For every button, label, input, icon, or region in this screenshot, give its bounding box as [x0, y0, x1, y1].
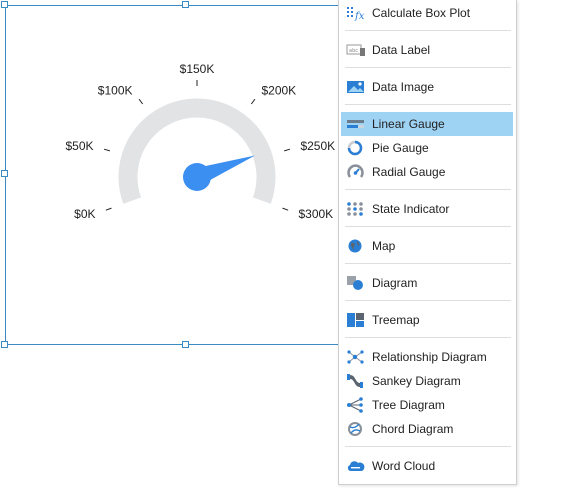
menu-separator — [345, 337, 511, 338]
menu-item-state-indicator[interactable]: State Indicator — [341, 197, 513, 221]
menu-item-tree-diagram[interactable]: Tree Diagram — [341, 393, 513, 417]
menu-item-label: Relationship Diagram — [372, 350, 487, 364]
menu-item-label: Data Image — [372, 80, 435, 94]
menu-item-label: State Indicator — [372, 202, 450, 216]
gauge-tick-mark — [103, 148, 110, 152]
menu-item-map[interactable]: Map — [341, 234, 513, 258]
menu-item-label: Map — [372, 239, 396, 253]
resize-handle-bottom-left[interactable] — [1, 341, 8, 348]
menu-item-pie-gauge[interactable]: Pie Gauge — [341, 136, 513, 160]
menu-item-label: Diagram — [372, 276, 418, 290]
menu-item-label: Linear Gauge — [372, 117, 445, 131]
menu-item-sankey-diagram[interactable]: Sankey Diagram — [341, 369, 513, 393]
resize-handle-bottom-center[interactable] — [182, 341, 189, 348]
menu-item-calculate-box-plot[interactable]: fx Calculate Box Plot — [341, 1, 513, 25]
menu-separator — [345, 104, 511, 105]
resize-handle-top-left[interactable] — [1, 1, 8, 8]
menu-item-label: Tree Diagram — [372, 398, 445, 412]
gauge-tick-mark — [250, 98, 256, 105]
menu-item-radial-gauge[interactable]: Radial Gauge — [341, 160, 513, 184]
data-image-icon — [346, 78, 366, 96]
gauge-tick-label: $200K — [261, 83, 296, 97]
menu-item-label: Data Label — [372, 43, 431, 57]
menu-item-diagram[interactable]: Diagram — [341, 271, 513, 295]
sankey-diagram-icon — [346, 372, 366, 390]
menu-item-data-image[interactable]: Data Image — [341, 75, 513, 99]
resize-handle-middle-left[interactable] — [1, 170, 8, 177]
gauge-needle-hub — [183, 163, 211, 191]
word-cloud-icon — [346, 457, 366, 475]
menu-item-label: Radial Gauge — [372, 165, 446, 179]
gauge-tick-mark — [105, 207, 112, 211]
radial-gauge-icon — [346, 163, 366, 181]
linear-gauge-icon — [346, 115, 366, 133]
gauge-tick-label: $150K — [180, 62, 215, 76]
menu-separator — [345, 300, 511, 301]
menu-item-label: Chord Diagram — [372, 422, 454, 436]
gauge-tick-label: $50K — [66, 139, 94, 153]
gauge-tick-mark — [282, 207, 289, 211]
menu-item-label: Treemap — [372, 313, 420, 327]
treemap-icon — [346, 311, 366, 329]
menu-item-label: Word Cloud — [372, 459, 436, 473]
menu-separator — [345, 226, 511, 227]
gauge-tick-label: $300K — [298, 207, 333, 221]
menu-item-linear-gauge[interactable]: Linear Gauge — [341, 112, 513, 136]
gauge-tick-label: $0K — [74, 207, 95, 221]
resize-handle-top-center[interactable] — [182, 1, 189, 8]
gauge-tick-mark — [138, 98, 144, 105]
menu-separator — [345, 67, 511, 68]
menu-item-label: Pie Gauge — [372, 141, 429, 155]
radial-gauge-widget[interactable]: $0K $50K $100K $150K $200K $250K $300K — [5, 5, 364, 345]
menu-separator — [345, 189, 511, 190]
menu-item-relationship-diagram[interactable]: Relationship Diagram — [341, 345, 513, 369]
menu-item-treemap[interactable]: Treemap — [341, 308, 513, 332]
tree-diagram-icon — [346, 396, 366, 414]
state-indicator-icon — [346, 200, 366, 218]
relationship-diagram-icon — [346, 348, 366, 366]
menu-item-word-cloud[interactable]: Word Cloud — [341, 454, 513, 478]
data-label-icon: abc — [346, 41, 366, 59]
menu-item-label: Sankey Diagram — [372, 374, 461, 388]
map-globe-icon — [346, 237, 366, 255]
menu-item-chord-diagram[interactable]: Chord Diagram — [341, 417, 513, 441]
menu-separator — [345, 263, 511, 264]
menu-item-label: Calculate Box Plot — [372, 6, 471, 20]
svg-text:abc: abc — [349, 48, 358, 54]
menu-separator — [345, 30, 511, 31]
diagram-icon — [346, 274, 366, 292]
visualization-type-menu: fx Calculate Box Plot abc Data Label Dat… — [338, 0, 517, 485]
gauge-tick-label: $250K — [300, 139, 335, 153]
pie-gauge-icon — [346, 139, 366, 157]
chord-diagram-icon — [346, 420, 366, 438]
box-plot-fx-icon: fx — [346, 4, 366, 22]
svg-text:fx: fx — [354, 11, 365, 21]
menu-separator — [345, 446, 511, 447]
gauge-tick-mark — [284, 148, 291, 152]
gauge-tick-label: $100K — [98, 83, 133, 97]
radial-gauge-chart: $0K $50K $100K $150K $200K $250K $300K — [66, 62, 336, 221]
menu-item-data-label[interactable]: abc Data Label — [341, 38, 513, 62]
